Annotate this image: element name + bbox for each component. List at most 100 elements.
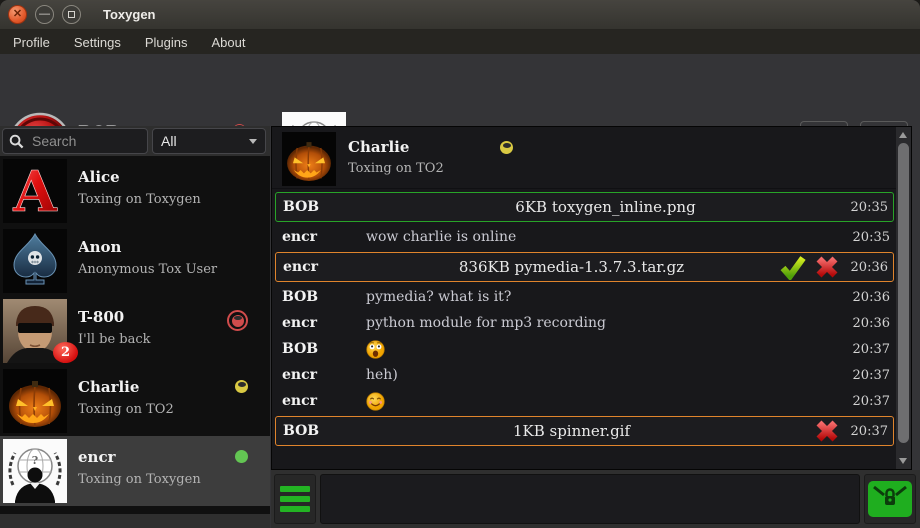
contact-filter-dropdown[interactable]: All bbox=[152, 128, 266, 154]
send-envelope-lock-icon bbox=[866, 479, 914, 519]
smileys-menu-button[interactable] bbox=[274, 474, 316, 524]
busy-new-message-status-icon bbox=[227, 310, 248, 331]
scroll-down-icon[interactable] bbox=[899, 458, 907, 464]
message-text bbox=[366, 392, 853, 411]
close-button[interactable]: ✕ bbox=[8, 5, 27, 24]
cancel-transfer-button[interactable] bbox=[810, 418, 844, 444]
menubar: Profile Settings Plugins About bbox=[0, 30, 920, 54]
message-row: encr 20:37 bbox=[272, 388, 896, 414]
search-icon bbox=[9, 134, 24, 149]
maximize-button[interactable] bbox=[62, 5, 81, 24]
contact-row-t800[interactable]: T-800 I'll be back 2 bbox=[0, 296, 270, 366]
menu-settings[interactable]: Settings bbox=[62, 30, 133, 54]
scroll-up-icon[interactable] bbox=[899, 132, 907, 138]
message-time: 20:37 bbox=[844, 424, 888, 439]
file-name: 1KB spinner.gif bbox=[367, 422, 776, 440]
chat-peer-status-message: Toxing on TO2 bbox=[348, 161, 444, 176]
message-sender: BOB bbox=[283, 199, 367, 215]
menu-profile[interactable]: Profile bbox=[0, 30, 62, 54]
anon-avatar bbox=[3, 229, 67, 293]
contact-status-message: Anonymous Tox User bbox=[78, 262, 217, 277]
hamburger-menu-icon bbox=[280, 486, 310, 492]
message-row: BOB 20:37 bbox=[272, 336, 896, 362]
message-time: 20:37 bbox=[853, 368, 890, 383]
charlie-avatar bbox=[282, 132, 336, 186]
encr-avatar: ? bbox=[3, 439, 67, 503]
chat-peer-name: Charlie bbox=[348, 138, 409, 156]
contact-filter-value: All bbox=[161, 133, 177, 149]
accept-file-button[interactable] bbox=[776, 254, 810, 280]
maximize-icon bbox=[68, 11, 75, 18]
message-sender: BOB bbox=[283, 423, 367, 439]
contact-status-message: Toxing on Toxygen bbox=[78, 472, 201, 487]
sidebar-search-row: All bbox=[0, 126, 270, 156]
contact-name: Anon bbox=[78, 238, 121, 256]
menu-about[interactable]: About bbox=[199, 30, 257, 54]
message-row: encr python module for mp3 recording 20:… bbox=[272, 310, 896, 336]
contact-name: encr bbox=[78, 448, 116, 466]
contact-status-message: I'll be back bbox=[78, 332, 151, 347]
message-time: 20:37 bbox=[853, 394, 890, 409]
alice-avatar: A bbox=[3, 159, 67, 223]
decline-file-button[interactable] bbox=[810, 254, 844, 280]
chevron-down-icon bbox=[249, 139, 257, 144]
header: B BOB Looking for Python dev… ? encr Tox… bbox=[0, 54, 920, 126]
message-sender: encr bbox=[282, 367, 366, 383]
away-status-icon bbox=[235, 380, 248, 393]
message-time: 20:36 bbox=[853, 290, 890, 305]
message-row: encr heh) 20:37 bbox=[272, 362, 896, 388]
svg-text:?: ? bbox=[32, 454, 38, 467]
contact-name: T-800 bbox=[78, 308, 124, 326]
search-box[interactable] bbox=[2, 128, 148, 154]
contact-row-charlie[interactable]: Charlie Toxing on TO2 bbox=[0, 366, 270, 436]
message-sender: encr bbox=[282, 315, 366, 331]
decline-cross-icon bbox=[815, 255, 839, 279]
online-status-icon bbox=[235, 450, 248, 463]
minimize-button[interactable]: — bbox=[35, 5, 54, 24]
message-list: BOB 6KB toxygen_inline.png 20:35 encr wo… bbox=[272, 190, 896, 448]
contact-row-anon[interactable]: Anon Anonymous Tox User bbox=[0, 226, 270, 296]
contact-name: Alice bbox=[78, 168, 120, 186]
message-sender: encr bbox=[282, 393, 366, 409]
titlebar: ✕ — Toxygen bbox=[0, 0, 920, 30]
scrollbar-thumb[interactable] bbox=[898, 143, 909, 443]
search-input[interactable] bbox=[30, 132, 130, 150]
message-time: 20:37 bbox=[853, 342, 890, 357]
file-transfer-row: encr 836KB pymedia-1.3.7.3.tar.gz 20:36 bbox=[275, 252, 894, 282]
message-row: BOB pymedia? what is it? 20:36 bbox=[272, 284, 896, 310]
contact-status-message: Toxing on Toxygen bbox=[78, 192, 201, 207]
message-time: 20:35 bbox=[844, 200, 888, 215]
chat-peer-card: Charlie Toxing on TO2 bbox=[272, 127, 911, 189]
toxygen-window: ✕ — Toxygen Profile Settings Plugins Abo… bbox=[0, 0, 920, 528]
chat-scrollbar[interactable] bbox=[896, 127, 911, 469]
shocked-face-emoji bbox=[366, 340, 385, 359]
message-time: 20:36 bbox=[844, 260, 888, 275]
away-status-icon bbox=[500, 141, 513, 154]
message-time: 20:36 bbox=[853, 316, 890, 331]
svg-text:A: A bbox=[12, 159, 58, 223]
contact-list: A Alice Toxing on Toxygen Anon Anonymous… bbox=[0, 156, 270, 514]
message-text: wow charlie is online bbox=[366, 229, 853, 245]
message-input[interactable] bbox=[320, 474, 860, 524]
smiling-face-emoji bbox=[366, 392, 385, 411]
file-name: 6KB toxygen_inline.png bbox=[367, 198, 844, 216]
message-sender: BOB bbox=[282, 289, 366, 305]
accept-checkmark-icon bbox=[780, 254, 806, 280]
menu-plugins[interactable]: Plugins bbox=[133, 30, 200, 54]
chat-panel: Charlie Toxing on TO2 BOB 6KB toxygen_in… bbox=[271, 126, 912, 470]
message-sender: encr bbox=[283, 259, 367, 275]
message-sender: encr bbox=[282, 229, 366, 245]
file-transfer-row: BOB 6KB toxygen_inline.png 20:35 bbox=[275, 192, 894, 222]
contact-row-encr[interactable]: ? encr Toxing on Toxygen bbox=[0, 436, 270, 506]
contact-row-alice[interactable]: A Alice Toxing on Toxygen bbox=[0, 156, 270, 226]
spacer bbox=[776, 418, 810, 444]
contact-status-message: Toxing on TO2 bbox=[78, 402, 174, 417]
file-transfer-row: BOB 1KB spinner.gif 20:37 bbox=[275, 416, 894, 446]
composer-bar bbox=[271, 470, 920, 528]
message-sender: BOB bbox=[282, 341, 366, 357]
message-text: heh) bbox=[366, 367, 853, 383]
send-button[interactable] bbox=[864, 474, 916, 524]
message-text bbox=[366, 340, 853, 359]
message-row: encr wow charlie is online 20:35 bbox=[272, 224, 896, 250]
decline-cross-icon bbox=[815, 419, 839, 443]
